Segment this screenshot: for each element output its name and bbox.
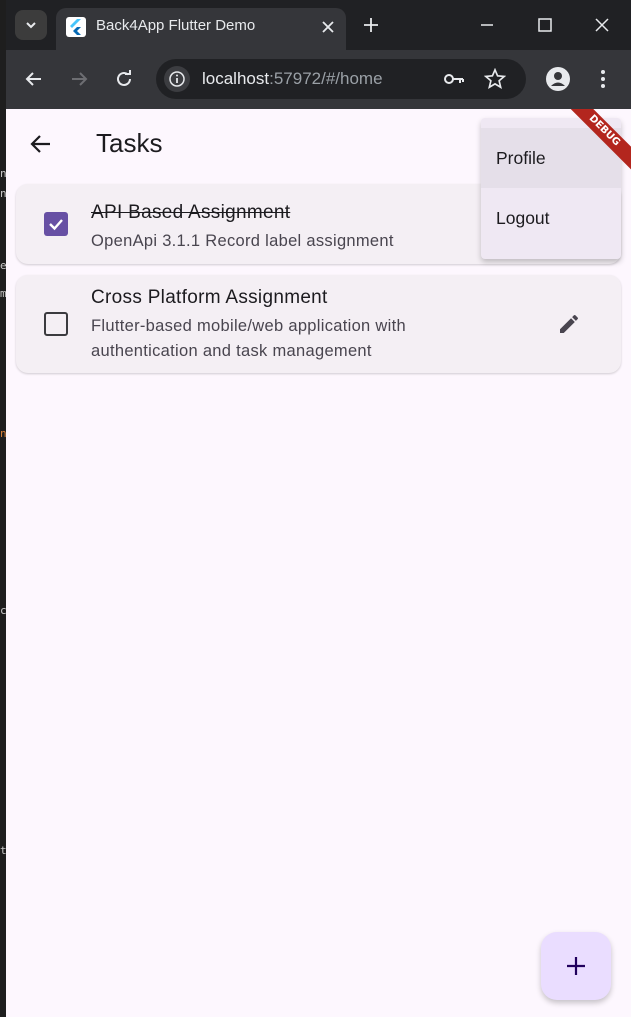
tab-close-icon[interactable]	[318, 17, 338, 37]
browser-toolbar: localhost:57972/#/home	[6, 50, 631, 109]
bookmark-star-icon[interactable]	[483, 67, 507, 91]
close-icon	[595, 18, 609, 32]
tab-title: Back4App Flutter Demo	[96, 17, 256, 34]
task-description-line2: authentication and task management	[91, 342, 372, 360]
menu-item-logout[interactable]: Logout	[481, 188, 621, 248]
browser-tab[interactable]: Back4App Flutter Demo	[56, 8, 346, 50]
task-checkbox-checked[interactable]	[44, 212, 68, 236]
browser-forward-button[interactable]	[64, 64, 94, 94]
url-text[interactable]: localhost:57972/#/home	[202, 69, 383, 89]
maximize-icon	[538, 18, 552, 32]
tab-search-button[interactable]	[15, 10, 47, 40]
plus-icon	[364, 18, 378, 32]
page-title: Tasks	[96, 128, 163, 158]
add-icon	[567, 957, 585, 975]
browser-tab-strip: Back4App Flutter Demo	[6, 0, 631, 50]
browser-menu-button[interactable]	[588, 64, 618, 94]
url-path: :57972/#/home	[269, 69, 383, 88]
minimize-button[interactable]	[472, 10, 502, 40]
address-bar[interactable]: localhost:57972/#/home	[156, 59, 526, 99]
task-card[interactable]: Cross Platform Assignment Flutter-based …	[16, 275, 621, 373]
new-tab-button[interactable]	[358, 12, 384, 38]
chevron-down-icon	[26, 22, 36, 29]
arrow-left-icon	[25, 72, 41, 86]
task-title: API Based Assignment	[91, 202, 291, 223]
reload-icon	[117, 70, 131, 86]
check-icon	[49, 219, 63, 231]
task-checkbox-unchecked[interactable]	[44, 312, 68, 336]
minimize-icon	[481, 24, 493, 26]
site-info-icon[interactable]	[164, 66, 190, 92]
edit-pencil-icon	[560, 314, 579, 333]
browser-back-button[interactable]	[19, 64, 49, 94]
app-viewport: Tasks API Based Assignment OpenApi 3.1.1…	[6, 109, 631, 1017]
task-title: Cross Platform Assignment	[91, 287, 328, 308]
arrow-right-icon	[72, 72, 88, 86]
account-icon	[546, 67, 570, 91]
more-vert-icon	[601, 70, 605, 88]
task-description: OpenApi 3.1.1 Record label assignment	[91, 232, 394, 250]
maximize-button[interactable]	[530, 10, 560, 40]
arrow-back-icon	[30, 135, 50, 153]
back-button[interactable]	[26, 129, 56, 159]
url-host: localhost	[202, 69, 270, 88]
profile-button[interactable]	[543, 64, 573, 94]
flutter-favicon-icon	[66, 17, 86, 37]
edit-task-button[interactable]	[555, 310, 583, 338]
add-task-button[interactable]	[541, 932, 611, 1000]
task-description-line1: Flutter-based mobile/web application wit…	[91, 317, 406, 335]
reload-button[interactable]	[109, 64, 139, 94]
password-key-icon[interactable]	[442, 67, 466, 91]
close-window-button[interactable]	[587, 10, 617, 40]
